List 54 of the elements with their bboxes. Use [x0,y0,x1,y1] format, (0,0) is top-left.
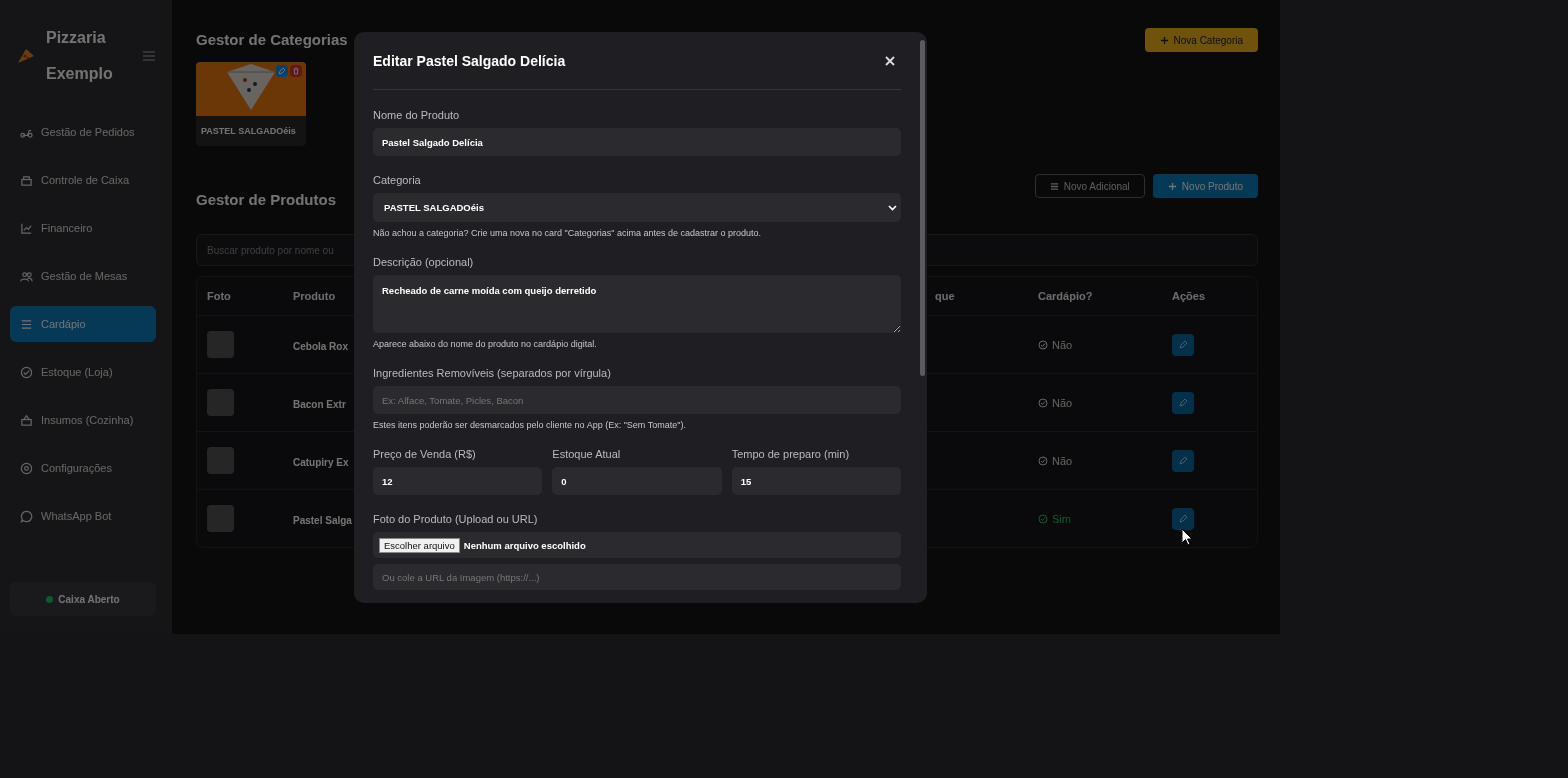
category-name: PASTEL SALGADOéis [200,125,297,138]
field-hint: Aparece abaixo do nome do produto no cardápio digital. [373,339,598,349]
field-label: Foto do Produto (Upload ou URL) [373,512,539,526]
sidebar-item[interactable]: Gestão de Mesas [10,258,156,294]
description-field[interactable]: Recheado de carne moída com queijo derretido [373,275,901,333]
field-label: Categoria [373,173,422,187]
toolbar-button[interactable]: Novo Produto [1152,174,1258,198]
sidebar-item[interactable]: WhatsApp Bot [10,498,156,534]
file-field[interactable]: Escolher arquivo Nenhum arquivo escolhido [373,532,901,558]
sidebar-item[interactable]: Cardápio [10,306,156,342]
sidebar-item[interactable]: Gestão de Pedidos [10,114,156,150]
sidebar-item[interactable]: Configurações [10,450,156,486]
input-field[interactable]: 0 [552,467,722,495]
product-name: Bacon Extr [293,398,346,410]
input-field[interactable]: Pastel Salgado Delícia [373,128,901,156]
category-card[interactable]: PASTEL SALGADOéis [196,62,306,146]
toolbar-button[interactable]: Novo Adicional [1034,174,1145,198]
field-label: Estoque Atual [552,447,622,461]
sidebar-item[interactable]: Estoque (Loja) [10,354,156,390]
dialog-title: Editar Pastel Salgado Delícia [373,52,566,69]
field-label: Tempo de preparo (min) [731,447,851,461]
menu-status: Não [1038,454,1073,467]
product-name: Cebola Rox [293,340,348,352]
category-select[interactable]: PASTEL SALGADOéis [373,193,901,222]
product-name: Catupiry Ex [293,456,349,468]
url-field[interactable]: Ou cole a URL da Imagem (https://...) [373,564,901,590]
field-hint: Não achou a categoria? Crie uma nova no card "Categorias" acima antes de cadastrar o produto. [373,228,763,238]
section-title: Gestor de Categorias [196,30,348,50]
column-header: que [935,290,955,302]
menu-status: Não [1038,396,1073,409]
input-field[interactable]: Ex: Alface, Tomate, Picles, Bacon [373,386,901,414]
product-name: Pastel Salga [293,514,352,526]
column-header: Ações [1172,290,1206,302]
column-header: Produto [293,290,336,302]
field-label: Preço de Venda (R$) [373,447,477,461]
column-header: Cardápio? [1038,290,1093,302]
file-status: Nenhum arquivo escolhido [463,539,586,551]
choose-file-button[interactable]: Escolher arquivo [379,537,460,553]
field-label: Ingredientes Removíveis (separados por vírgula) [373,366,612,380]
status-label: Caixa Aberto [58,593,120,605]
menu-status: Sim [1038,512,1071,525]
field-label: Descrição (opcional) [373,255,475,269]
field-hint: Estes itens poderão ser desmarcados pelo cliente no App (Ex: "Sem Tomate"). [373,420,687,430]
menu-status: Não [1038,338,1073,351]
sidebar-item[interactable]: Insumos (Cozinha) [10,402,156,438]
sidebar-item[interactable]: Financeiro [10,210,156,246]
input-field[interactable]: 12 [373,467,543,495]
input-field[interactable]: 15 [731,467,901,495]
field-label: Nome do Produto [373,108,461,122]
section-title: Gestor de Produtos [196,190,337,210]
column-header: Foto [207,290,231,302]
brand-name: Pizzaria Exemplo [46,28,114,84]
sidebar-item[interactable]: Controle de Caixa [10,162,156,198]
new-category-button[interactable]: Nova Categoria [1144,28,1258,52]
